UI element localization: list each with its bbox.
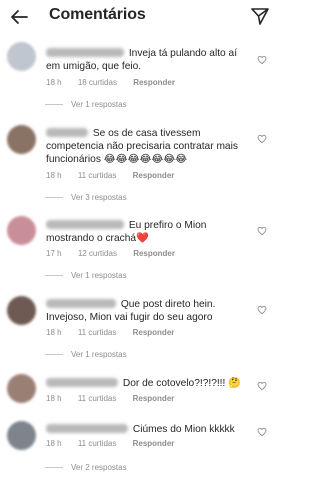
comment-meta: 17 h 12 curtidas Responder: [46, 249, 189, 258]
reply-button[interactable]: Responder: [133, 439, 175, 448]
divider: [45, 354, 63, 356]
arrow-left-icon[interactable]: [8, 6, 30, 28]
comment-likes[interactable]: 18 curtidas: [78, 78, 117, 87]
comment-time: 18 h: [46, 78, 62, 87]
heart-icon[interactable]: [257, 55, 267, 65]
divider: [45, 467, 63, 469]
comment-meta: 18 h 11 curtidas Responder: [46, 328, 188, 337]
avatar[interactable]: [7, 216, 36, 245]
reply-button[interactable]: Responder: [133, 249, 175, 258]
comment-time: 18 h: [46, 439, 62, 448]
heart-icon[interactable]: [257, 305, 267, 315]
page-title: Comentários: [49, 6, 146, 23]
avatar[interactable]: [7, 42, 36, 71]
comment-meta: 18 h 18 curtidas Responder: [46, 78, 189, 87]
comment-time: 18 h: [46, 328, 62, 337]
reply-button[interactable]: Responder: [133, 328, 175, 337]
blurred-username[interactable]: [46, 424, 128, 433]
comment-meta: 18 h 11 curtidas Responder: [46, 394, 188, 403]
view-replies-button[interactable]: Ver 1 respostas: [45, 271, 127, 280]
avatar[interactable]: [7, 421, 36, 450]
view-replies-button[interactable]: Ver 2 respostas: [45, 463, 127, 472]
comment-likes[interactable]: 11 curtidas: [78, 439, 117, 448]
comment-likes[interactable]: 11 curtidas: [78, 394, 117, 403]
view-replies-button[interactable]: Ver 3 respostas: [45, 193, 127, 202]
comment-time: 18 h: [46, 394, 62, 403]
view-replies-button[interactable]: Ver 1 respostas: [45, 100, 127, 109]
divider: [45, 275, 63, 277]
avatar[interactable]: [7, 125, 36, 154]
blurred-username[interactable]: [46, 220, 124, 229]
divider: [45, 197, 63, 199]
comment-time: 18 h: [46, 171, 62, 180]
comment-time: 17 h: [46, 249, 62, 258]
heart-icon[interactable]: [257, 134, 267, 144]
comments-header: Comentários: [0, 0, 280, 34]
comment-text: Ciúmes do Mion kkkkk: [132, 424, 235, 435]
paper-plane-icon[interactable]: [250, 6, 270, 26]
comment-meta: 18 h 11 curtidas Responder: [46, 439, 188, 448]
blurred-username[interactable]: [46, 378, 118, 387]
avatar[interactable]: [7, 374, 36, 403]
comment-likes[interactable]: 11 curtidas: [78, 328, 117, 337]
blurred-username[interactable]: [46, 128, 88, 137]
heart-icon[interactable]: [257, 226, 267, 236]
avatar[interactable]: [7, 296, 36, 325]
blurred-username[interactable]: [46, 48, 124, 57]
reply-button[interactable]: Responder: [133, 171, 175, 180]
reply-button[interactable]: Responder: [133, 78, 175, 87]
comment-likes[interactable]: 11 curtidas: [78, 171, 117, 180]
comment-likes[interactable]: 12 curtidas: [78, 249, 117, 258]
divider: [45, 104, 63, 106]
view-replies-button[interactable]: Ver 1 respostas: [45, 350, 127, 359]
heart-icon[interactable]: [257, 381, 267, 391]
heart-icon[interactable]: [257, 427, 267, 437]
blurred-username[interactable]: [46, 299, 116, 308]
reply-button[interactable]: Responder: [133, 394, 175, 403]
comment-meta: 18 h 11 curtidas Responder: [46, 171, 188, 180]
comment-text: Dor de cotovelo?!?!?!!! 🤔: [122, 378, 241, 389]
